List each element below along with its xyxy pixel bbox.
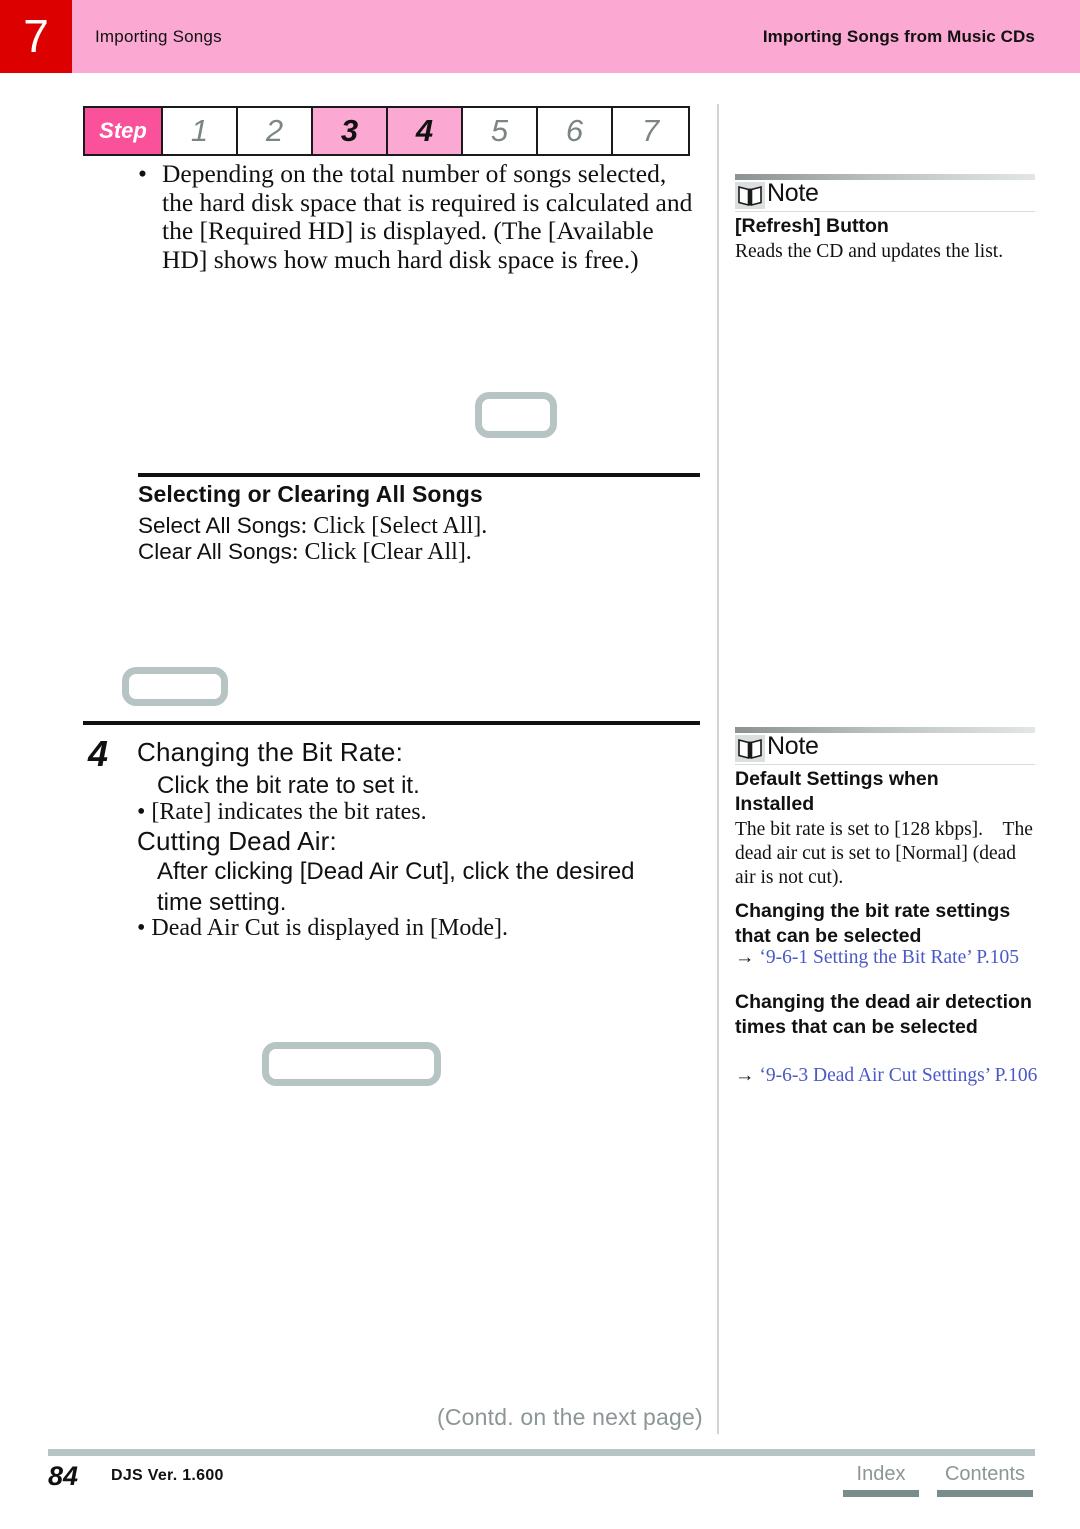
continued-notice: (Contd. on the next page) — [437, 1404, 703, 1430]
callout-placeholder-1 — [475, 392, 557, 438]
step4-body-dead-air: After clicking [Dead Air Cut], click the… — [157, 858, 635, 916]
page-number: 84 — [48, 1461, 79, 1491]
main-content-column: • Depending on the total number of songs… — [0, 0, 717, 1529]
note-header: Note — [735, 179, 1035, 212]
clear-all-songs-action: : Click [Clear All]. — [291, 539, 472, 565]
note-title: Note — [767, 732, 819, 760]
note-title: Note — [767, 179, 819, 207]
step4-body-bit-rate: Click the bit rate to set it. — [157, 772, 420, 799]
clear-all-songs-label: Clear All Songs — [138, 539, 292, 564]
note-subheading-defaults: Default Settings when Installed — [735, 768, 939, 815]
footer-rule — [48, 1449, 1035, 1456]
index-button-underline — [843, 1490, 919, 1497]
note-crossref-bitrate: → ‘9-6-1 Setting the Bit Rate’ P.105 — [735, 947, 1019, 969]
section-rule-2 — [83, 721, 700, 725]
section-heading-all-songs: Selecting or Clearing All Songs — [138, 481, 483, 507]
step4-title-bit-rate: Changing the Bit Rate: — [137, 737, 404, 767]
note-subheading-refresh: [Refresh] Button — [735, 215, 889, 237]
bullet-marker: • — [138, 159, 147, 188]
clear-all-songs-line: Clear All Songs: Click [Clear All]. — [138, 539, 472, 566]
intro-bullet-paragraph: • Depending on the total number of songs… — [138, 159, 703, 274]
version-text: DJS Ver. 1.600 — [111, 1467, 224, 1484]
note-crossref-deadair: → ‘9-6-3 Dead Air Cut Settings’ P.106 — [735, 1065, 1037, 1087]
callout-placeholder-3 — [262, 1042, 441, 1086]
step4-bullet-rate: • [Rate] indicates the bit rates. — [137, 799, 427, 825]
header-topic-title: Importing Songs from Music CDs — [762, 27, 1035, 46]
column-divider — [717, 104, 719, 1434]
contents-button[interactable]: Contents — [937, 1463, 1033, 1497]
contents-button-label: Contents — [944, 1463, 1026, 1485]
open-book-icon — [735, 182, 765, 209]
note-crossref-deadair-text[interactable]: ‘9-6-3 Dead Air Cut Settings’ — [759, 1065, 989, 1086]
select-all-songs-action: : Click [Select All]. — [300, 513, 488, 539]
note-crossref-deadair-page[interactable]: P.106 — [995, 1065, 1038, 1086]
index-button[interactable]: Index — [843, 1463, 919, 1497]
step-number-4: 4 — [88, 733, 109, 774]
select-all-songs-line: Select All Songs: Click [Select All]. — [138, 513, 487, 540]
section-rule-1 — [138, 473, 700, 477]
note-crossref-bitrate-text[interactable]: ‘9-6-1 Setting the Bit Rate’ — [759, 947, 971, 968]
step4-title-dead-air: Cutting Dead Air: — [137, 826, 337, 856]
contents-button-underline — [937, 1490, 1033, 1497]
note-body-refresh: Reads the CD and updates the list. — [735, 241, 1004, 262]
note-crossref-bitrate-page[interactable]: P.105 — [976, 947, 1019, 968]
index-button-label: Index — [856, 1463, 906, 1485]
step4-bullet-dead-air: • Dead Air Cut is displayed in [Mode]. — [137, 915, 509, 941]
select-all-songs-label: Select All Songs — [138, 513, 301, 538]
arrow-icon: → — [735, 1065, 755, 1086]
note-subheading-bitrate-settings: Changing the bit rate settings that can … — [735, 900, 1011, 947]
open-book-icon — [735, 735, 765, 762]
note-subheading-deadair-settings: Changing the dead air detection times th… — [735, 991, 1032, 1038]
callout-placeholder-2 — [122, 667, 228, 706]
note-body-defaults: The bit rate is set to [128 kbps]. The d… — [735, 819, 1033, 888]
note-header: Note — [735, 732, 1035, 765]
intro-bullet-text: Depending on the total number of songs s… — [162, 159, 693, 274]
arrow-icon: → — [735, 947, 755, 968]
